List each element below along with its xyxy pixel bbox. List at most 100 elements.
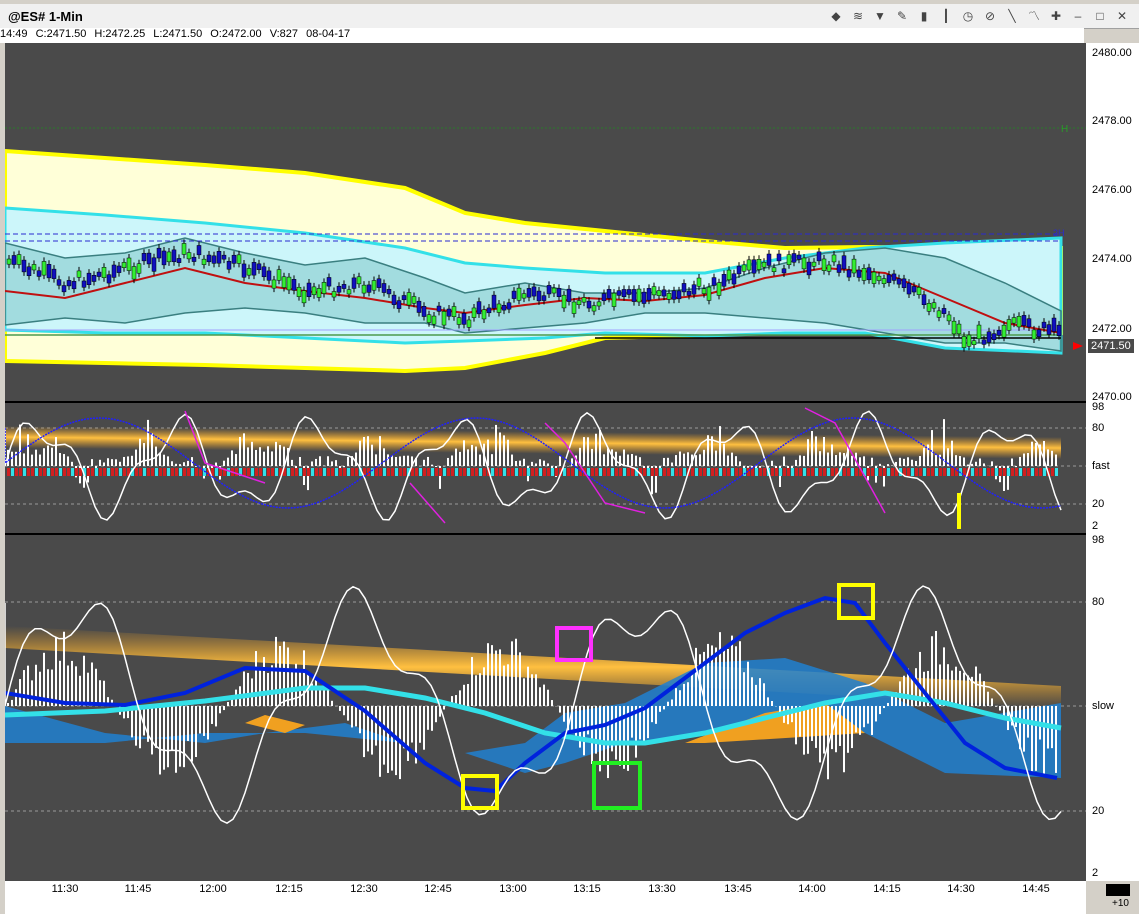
slow-bar [411, 706, 413, 743]
fast-bar [39, 454, 41, 466]
fast-bar [23, 453, 25, 466]
price-label: 2478.00 [1092, 115, 1132, 127]
slow-bar [283, 641, 285, 706]
bar-chart-icon[interactable]: ▮ [915, 7, 933, 25]
fast-red-bar [355, 468, 358, 476]
slow-bar [495, 650, 497, 706]
fast-bar [299, 456, 301, 466]
price-axis[interactable]: 2480.00 2478.00 2476.00 2474.00 2472.00 … [1086, 43, 1139, 881]
fast-bar [459, 451, 461, 466]
fast-red-bar [455, 468, 458, 476]
fast-bar [371, 444, 373, 466]
fast-bar [963, 457, 965, 466]
fast-bar [271, 451, 273, 466]
fast-bar [739, 461, 741, 466]
title-bar[interactable]: @ES# 1-Min ◆ ≋ ▼ ✎ ▮ ┃ ◷ ⊘ ╲ 〽 ✚ – □ ✕ [0, 4, 1139, 29]
fast-red-bar [1035, 468, 1038, 476]
time-label: 12:00 [199, 883, 227, 895]
fast-bar [919, 456, 921, 466]
fast-red-bar [95, 468, 98, 476]
filter-icon[interactable]: ▼ [871, 7, 889, 25]
fast-red-bar [659, 468, 662, 476]
fast-bar [179, 464, 181, 466]
slow-bar [751, 677, 753, 706]
candle-body [481, 309, 487, 320]
candle-icon[interactable]: ┃ [937, 7, 955, 25]
clock-icon[interactable]: ◷ [959, 7, 977, 25]
chart-canvas[interactable]: H 2H [3, 43, 1086, 881]
slow-bar [523, 678, 525, 706]
fast-bar [59, 453, 61, 466]
slow-bar [811, 706, 813, 742]
slow-bar [247, 672, 249, 706]
slow-bar [191, 706, 193, 762]
fast-red-bar [7, 468, 10, 476]
candle-body [711, 277, 717, 286]
candle-body [736, 265, 742, 275]
pencil-icon[interactable]: ✎ [893, 7, 911, 25]
fast-red-bar [675, 468, 678, 476]
fast-red-bar [31, 468, 34, 476]
candle-body [596, 301, 602, 307]
candle-body [151, 257, 157, 272]
minimize-icon[interactable]: – [1069, 7, 1087, 25]
fast-bar [703, 449, 705, 466]
scroll-handle[interactable] [1106, 884, 1130, 896]
layers-icon[interactable]: ◆ [827, 7, 845, 25]
fast-red-bar [87, 468, 90, 476]
cancel-icon[interactable]: ⊘ [981, 7, 999, 25]
chart-area[interactable]: H 2H [3, 43, 1086, 881]
fast-bar [1031, 441, 1033, 466]
pin-icon[interactable]: ✚ [1047, 7, 1065, 25]
candle-body [316, 288, 322, 298]
candle-body [936, 310, 942, 318]
fast-bar [231, 450, 233, 466]
candle-body [551, 287, 557, 294]
fast-red-bar [379, 468, 382, 476]
time-axis[interactable]: 11:30 11:45 12:00 12:15 12:30 12:45 13:0… [5, 881, 1086, 914]
slow-bar [819, 706, 821, 763]
time-label: 12:30 [350, 883, 378, 895]
fast-bar [99, 459, 101, 466]
fast-bar [343, 466, 345, 468]
slow-bar [955, 666, 957, 706]
candle-body [196, 245, 202, 256]
slow-bar [891, 696, 893, 706]
fast-bar [115, 459, 117, 466]
info-close: C:2471.50 [35, 28, 87, 40]
fast-bar [455, 448, 457, 466]
slow-bar [339, 706, 341, 711]
candle-body [431, 315, 437, 325]
fast-bar [863, 456, 865, 466]
slow-bar [215, 706, 217, 727]
candle-body [391, 294, 397, 305]
slow-bar [319, 688, 321, 706]
slow-bar [879, 706, 881, 715]
slow-bar [71, 660, 73, 706]
candle-body [41, 261, 47, 276]
fast-red-bar [595, 468, 598, 476]
fast-bar [279, 444, 281, 466]
fast-red-bar [375, 468, 378, 476]
waves-icon[interactable]: ≋ [849, 7, 867, 25]
candle-body [996, 329, 1002, 336]
fast-bar [835, 455, 837, 466]
line-tool-icon[interactable]: ╲ [1003, 7, 1021, 25]
fast-bar [907, 457, 909, 466]
slow-bar [467, 683, 469, 706]
candle-body [906, 282, 912, 295]
fast-axis-label: fast [1092, 460, 1110, 472]
close-icon[interactable]: ✕ [1113, 7, 1131, 25]
maximize-icon[interactable]: □ [1091, 7, 1109, 25]
fast-red-bar [331, 468, 334, 476]
window-title: @ES# 1-Min [8, 9, 83, 24]
trend-icon[interactable]: 〽 [1025, 7, 1043, 25]
candle-body [811, 261, 817, 267]
slow-bar [371, 706, 373, 755]
fast-red-bar [339, 468, 342, 476]
fast-red-bar [847, 468, 850, 476]
slow-bar [263, 657, 265, 706]
fast-red-bar [495, 468, 498, 476]
slow-bar [859, 706, 861, 735]
candle-body [1021, 315, 1027, 326]
